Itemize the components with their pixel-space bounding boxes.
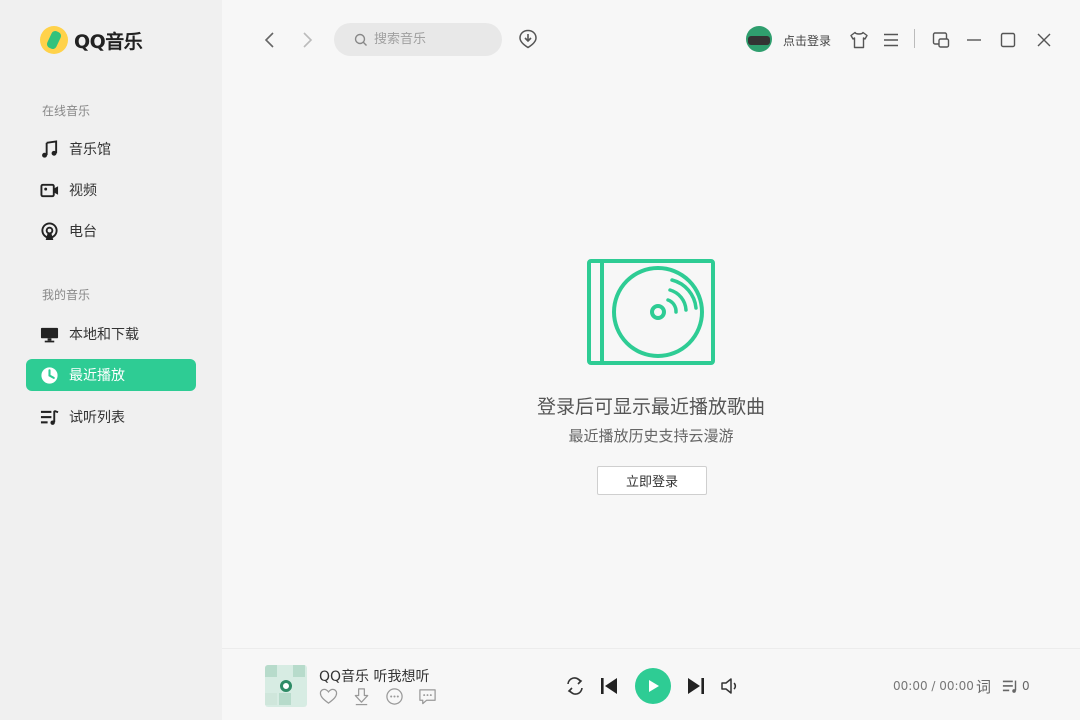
comment-icon[interactable]: [418, 687, 437, 706]
song-actions: [319, 687, 437, 706]
avatar[interactable]: [746, 26, 772, 52]
section-title-my-music: 我的音乐: [42, 288, 91, 302]
video-camera-icon: [40, 183, 59, 197]
maximize-icon[interactable]: [998, 30, 1018, 50]
empty-state-title: 登录后可显示最近播放歌曲: [536, 396, 765, 418]
recent-play-empty-state: 登录后可显示最近播放歌曲 最近播放历史支持云漫游 立即登录: [222, 80, 1080, 648]
sidebar-item-label: 视频: [69, 183, 97, 199]
sidebar-item-radio[interactable]: 电台: [26, 215, 196, 247]
download-icon[interactable]: [352, 687, 371, 706]
player-bar: QQ音乐 听我想听 00:00 / 00:00 词 0: [222, 648, 1080, 720]
cd-case-icon: [587, 259, 715, 365]
music-note-icon: [42, 139, 58, 158]
sidebar: QQ音乐 在线音乐 音乐馆 视频 电台 我的音乐 本地和下载 最近播放 试听列表: [0, 0, 222, 720]
top-bar: 点击登录: [222, 0, 1080, 80]
radio-icon: [41, 221, 58, 240]
lyrics-button[interactable]: 词: [976, 676, 991, 697]
monitor-icon: [40, 327, 59, 342]
volume-icon[interactable]: [719, 675, 741, 697]
skin-shirt-icon[interactable]: [849, 30, 869, 50]
qq-music-logo-icon: [40, 26, 68, 54]
sidebar-item-label: 试听列表: [69, 410, 125, 426]
empty-state-subtitle: 最近播放历史支持云漫游: [568, 427, 734, 445]
back-arrow-icon[interactable]: [260, 30, 280, 50]
sidebar-item-video[interactable]: 视频: [26, 174, 196, 206]
login-now-button[interactable]: 立即登录: [597, 466, 707, 495]
sidebar-item-label: 本地和下载: [69, 327, 139, 343]
song-title[interactable]: QQ音乐 听我想听: [319, 666, 430, 686]
sidebar-item-label: 电台: [69, 224, 97, 240]
menu-icon[interactable]: [881, 30, 901, 50]
play-icon: [649, 680, 659, 692]
search-icon: [354, 33, 367, 46]
previous-track-icon[interactable]: [598, 675, 620, 697]
close-icon[interactable]: [1034, 30, 1054, 50]
app-logo-text: QQ音乐: [74, 30, 143, 53]
next-track-icon[interactable]: [685, 675, 707, 697]
search-box[interactable]: [334, 23, 502, 56]
voice-search-icon[interactable]: [518, 29, 538, 49]
queue-count: 0: [1022, 679, 1030, 693]
sidebar-item-local-download[interactable]: 本地和下载: [26, 318, 196, 350]
app-logo[interactable]: QQ音乐: [40, 26, 143, 54]
disc-icon: [280, 680, 292, 692]
sidebar-item-label: 最近播放: [69, 368, 125, 384]
toolbar-divider: [914, 29, 915, 48]
clock-icon: [41, 366, 58, 384]
loop-icon[interactable]: [564, 675, 586, 697]
forward-arrow-icon[interactable]: [297, 30, 317, 50]
sidebar-item-label: 音乐馆: [69, 142, 111, 158]
playlist-queue-icon: [1002, 680, 1017, 693]
minimize-icon[interactable]: [964, 30, 984, 50]
play-queue-button[interactable]: 0: [1002, 677, 1030, 695]
album-cover[interactable]: [265, 665, 307, 707]
search-input[interactable]: [374, 32, 484, 47]
heart-icon[interactable]: [319, 687, 338, 706]
more-options-icon[interactable]: [385, 687, 404, 706]
login-link[interactable]: 点击登录: [783, 32, 831, 49]
sidebar-item-recent-play[interactable]: 最近播放: [26, 359, 196, 391]
playlist-icon: [40, 409, 59, 425]
play-button[interactable]: [635, 668, 671, 704]
sidebar-item-music-hall[interactable]: 音乐馆: [26, 133, 196, 165]
mini-mode-icon[interactable]: [931, 30, 951, 50]
playback-time: 00:00 / 00:00: [893, 679, 974, 693]
sidebar-item-trial-list[interactable]: 试听列表: [26, 401, 196, 433]
section-title-online: 在线音乐: [42, 104, 91, 118]
